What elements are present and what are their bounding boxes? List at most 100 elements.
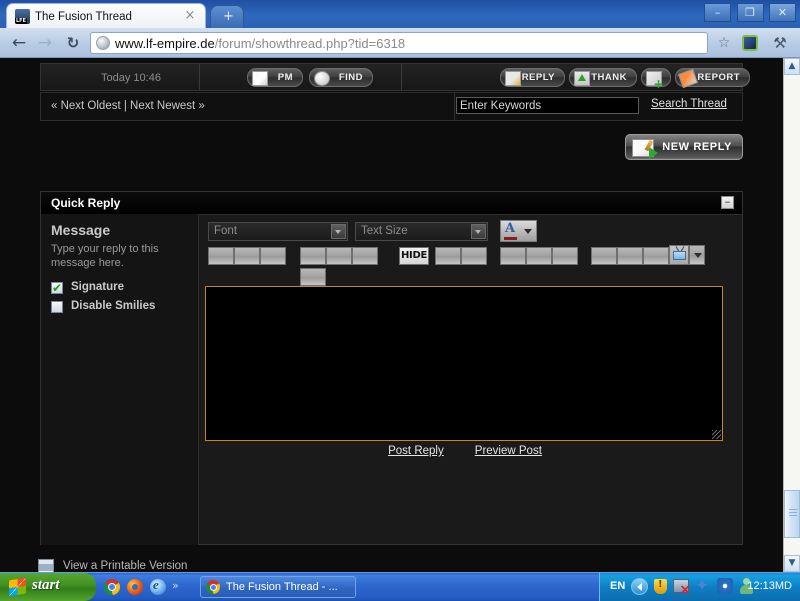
editor-tool-button[interactable] — [300, 268, 326, 286]
tab-close-icon[interactable]: × — [183, 9, 197, 23]
firefox-icon[interactable] — [127, 579, 143, 595]
editor-tool-button[interactable] — [461, 247, 487, 265]
font-select[interactable]: Font — [208, 222, 348, 241]
new-tab-button[interactable]: + — [210, 5, 244, 28]
message-textarea[interactable] — [205, 286, 723, 441]
editor-tool-button[interactable] — [234, 247, 260, 265]
taskbar-task-button[interactable]: The Fusion Thread - ... — [200, 576, 356, 598]
scroll-up-arrow[interactable]: ▲ — [784, 58, 800, 75]
post-action-bar: Today 10:46 PM FIND REPLY THANK + REPORT — [40, 63, 750, 91]
chevron-down-icon[interactable] — [471, 224, 486, 239]
next-thread-links[interactable]: « Next Oldest | Next Newest » — [51, 100, 205, 112]
rocket-icon — [677, 68, 699, 89]
video-icon-button[interactable] — [669, 245, 689, 265]
search-input[interactable] — [456, 97, 639, 114]
editor-tool-button[interactable] — [326, 247, 352, 265]
thank-button[interactable]: THANK — [569, 68, 637, 87]
quick-launch-overflow-icon[interactable]: » — [172, 579, 179, 593]
editor-tool-button[interactable] — [591, 247, 617, 265]
editor-tool-button[interactable] — [643, 247, 669, 265]
vertical-scrollbar[interactable]: ▲ ▼ — [783, 58, 800, 572]
disc-icon[interactable] — [717, 578, 733, 594]
quote-add-button[interactable] — [641, 68, 671, 89]
signature-checkbox[interactable] — [51, 281, 63, 295]
extension-icon[interactable] — [742, 35, 758, 51]
hide-tag-button[interactable]: HIDE — [399, 247, 429, 265]
clock[interactable]: 12:13MD — [747, 580, 792, 592]
browser-toolbar: ← → ↻ www.lf-empire.de/forum/showthread.… — [0, 28, 800, 58]
quick-reply-header: Quick Reply – — [41, 192, 742, 215]
editor-tool-button[interactable] — [208, 247, 234, 265]
pm-button[interactable]: PM — [247, 68, 303, 87]
show-hidden-icons-arrow-icon[interactable] — [631, 578, 648, 595]
chrome-icon — [206, 580, 220, 594]
find-button[interactable]: FIND — [309, 68, 373, 87]
preview-post-link[interactable]: Preview Post — [475, 445, 542, 457]
star-icon[interactable]: ✦ — [695, 578, 709, 595]
scrollbar-thumb[interactable] — [784, 490, 800, 538]
address-bar[interactable]: www.lf-empire.de/forum/showthread.php?ti… — [90, 32, 708, 54]
editor-tool-button[interactable] — [352, 247, 378, 265]
new-reply-button[interactable]: NEW REPLY — [625, 134, 743, 160]
report-button[interactable]: REPORT — [675, 68, 750, 89]
color-swatch — [504, 237, 517, 240]
browser-window: LFE The Fusion Thread × + – ❐ ✕ ← → ↻ ww… — [0, 0, 800, 572]
video-icon — [673, 251, 686, 260]
security-warning-icon[interactable] — [654, 578, 667, 594]
video-dropdown-button[interactable] — [689, 245, 705, 265]
page-viewport: Today 10:46 PM FIND REPLY THANK + REPORT… — [0, 58, 800, 572]
post-reply-link[interactable]: Post Reply — [388, 445, 444, 457]
editor-tool-button[interactable] — [300, 247, 326, 265]
quick-reply-sidebar: Message Type your reply to this message … — [41, 214, 199, 545]
back-icon[interactable]: ← — [8, 33, 30, 54]
editor-tool-button[interactable] — [526, 247, 552, 265]
quick-reply-editor: Font Text Size A HIDE Post Reply Preview… — [200, 214, 742, 545]
divider — [199, 64, 200, 90]
mail-icon — [252, 71, 268, 86]
green-arrow-icon — [649, 147, 658, 159]
scroll-down-arrow[interactable]: ▼ — [784, 555, 800, 572]
network-disconnected-icon[interactable] — [673, 579, 691, 596]
search-thread-link[interactable]: Search Thread — [651, 98, 727, 110]
editor-tool-button[interactable] — [617, 247, 643, 265]
report-label: REPORT — [697, 72, 740, 83]
windows-logo-icon — [9, 577, 26, 597]
tab-favicon-icon: LFE — [15, 9, 30, 24]
restore-button[interactable]: ❐ — [736, 3, 764, 22]
resize-handle[interactable] — [712, 430, 721, 439]
message-label: Message — [51, 222, 111, 238]
reply-button[interactable]: REPLY — [500, 68, 565, 87]
collapse-icon[interactable]: – — [721, 196, 734, 209]
chevron-down-icon[interactable] — [524, 229, 532, 234]
editor-tool-button[interactable] — [260, 247, 286, 265]
disable-smilies-checkbox[interactable] — [51, 301, 63, 313]
new-reply-icon — [632, 139, 658, 159]
text-size-select-value: Text Size — [361, 225, 408, 237]
chrome-icon[interactable] — [104, 579, 120, 595]
minimize-button[interactable]: – — [704, 3, 732, 22]
text-size-select[interactable]: Text Size — [355, 222, 488, 241]
message-help-text: Type your reply to this message here. — [51, 243, 159, 269]
language-indicator[interactable]: EN — [610, 580, 625, 592]
wrench-menu-icon[interactable]: ⚒ — [770, 33, 790, 53]
editor-tool-button[interactable] — [552, 247, 578, 265]
editor-tool-button[interactable] — [500, 247, 526, 265]
forward-icon[interactable]: → — [34, 33, 56, 54]
url-path: /forum/showthread.php?tid=6318 — [214, 36, 406, 51]
editor-tool-button[interactable] — [435, 247, 461, 265]
pencil-icon — [505, 71, 521, 86]
chevron-down-icon[interactable] — [331, 224, 346, 239]
printable-version-link[interactable]: View a Printable Version — [63, 560, 187, 572]
reply-label: REPLY — [521, 72, 555, 83]
start-button[interactable]: start — [0, 573, 96, 601]
favicon-label: LFE — [15, 18, 28, 24]
close-button[interactable]: ✕ — [769, 3, 796, 22]
internet-explorer-icon[interactable] — [150, 577, 166, 595]
bookmark-star-icon[interactable]: ☆ — [712, 32, 736, 56]
editor-toolbar: Font Text Size A HIDE — [200, 214, 742, 286]
new-reply-label: NEW REPLY — [662, 141, 732, 153]
footer-link-row[interactable]: View a Printable Version — [38, 558, 368, 572]
reload-icon[interactable]: ↻ — [62, 33, 84, 54]
font-color-button[interactable]: A — [500, 220, 537, 242]
browser-tab[interactable]: LFE The Fusion Thread × — [6, 3, 206, 28]
